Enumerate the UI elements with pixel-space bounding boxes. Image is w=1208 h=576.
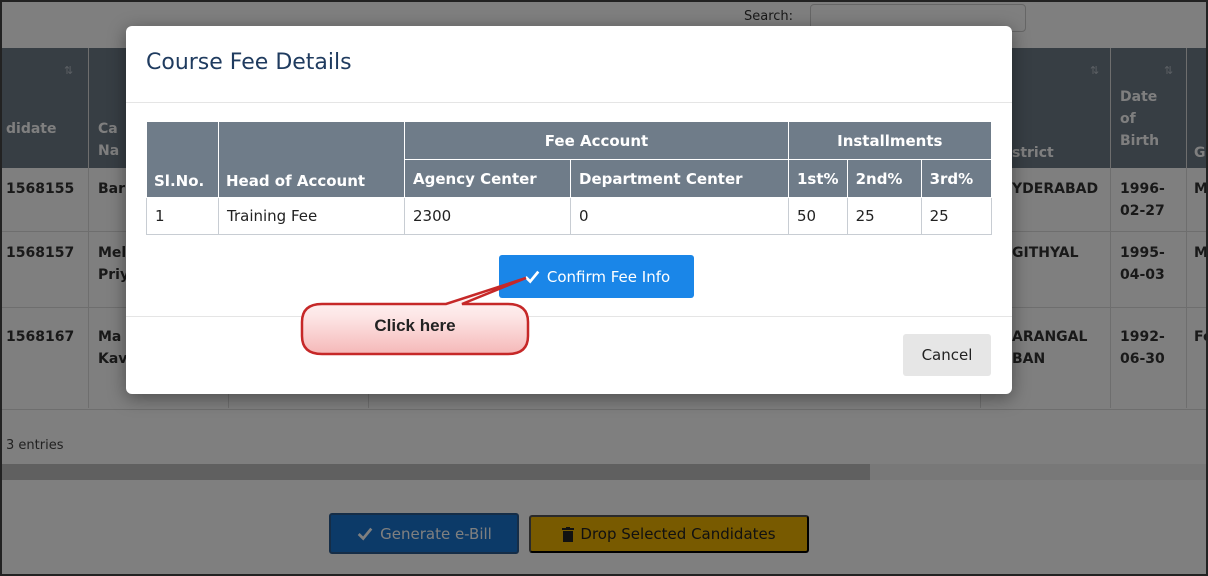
modal-title: Course Fee Details xyxy=(146,50,352,75)
modal-header-divider xyxy=(126,102,1012,103)
callout-text: Click here xyxy=(374,316,456,335)
installment-1-cell: 50 xyxy=(788,197,848,235)
installments-header: Installments xyxy=(788,121,992,160)
installment-3-cell: 25 xyxy=(920,197,992,235)
screenshot-stage: Search: ⇅ didate Ca Na ⇅ ⇅ strict Date o… xyxy=(0,0,1208,576)
head-of-account-header: Head of Account xyxy=(226,172,366,190)
confirm-fee-info-label: Confirm Fee Info xyxy=(546,267,671,286)
sl-no-header: Sl.No. xyxy=(154,172,205,190)
fee-account-header: Fee Account xyxy=(404,121,789,160)
installment-3-header: 3rd% xyxy=(920,159,992,198)
course-fee-modal: Course Fee Details Fee Account Installme… xyxy=(126,26,1012,394)
installment-2-cell: 25 xyxy=(846,197,922,235)
agency-center-cell: 2300 xyxy=(404,197,571,235)
table-row: 1 Training Fee 2300 0 50 25 25 xyxy=(146,197,992,235)
cancel-button[interactable]: Cancel xyxy=(903,334,991,376)
installment-1-header: 1st% xyxy=(788,159,848,198)
installment-2-header: 2nd% xyxy=(846,159,922,198)
agency-center-header: Agency Center xyxy=(404,159,571,198)
sl-no-cell: 1 xyxy=(146,197,219,235)
department-center-header: Department Center xyxy=(570,159,789,198)
department-center-cell: 0 xyxy=(570,197,789,235)
modal-footer-divider xyxy=(126,316,1012,317)
head-of-account-cell: Training Fee xyxy=(218,197,405,235)
